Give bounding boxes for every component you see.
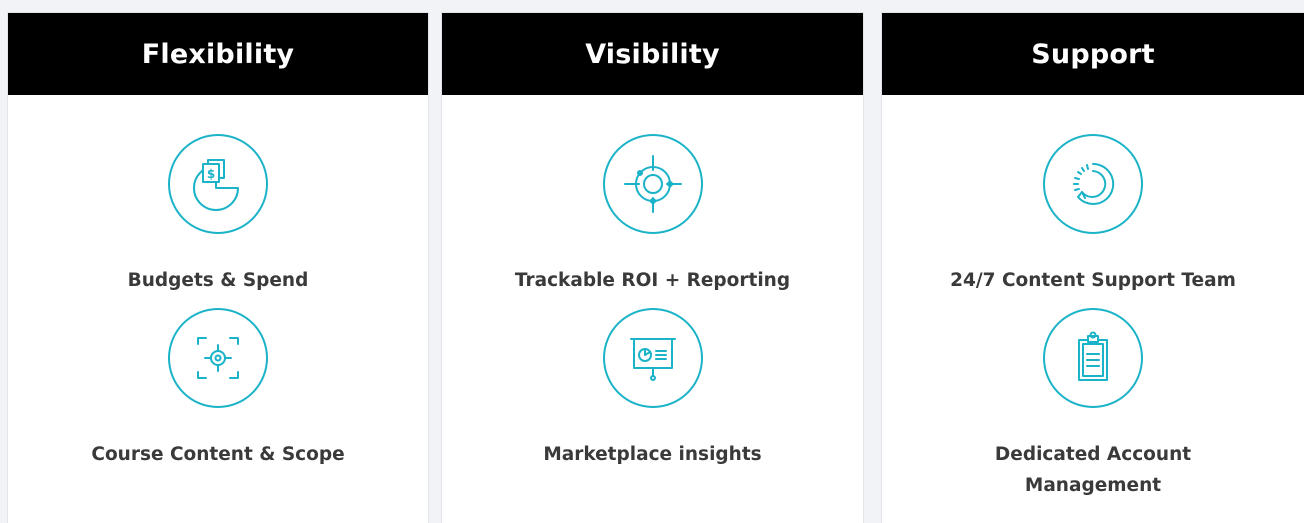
feature-trackable-roi-reporting: Trackable ROI + Reporting <box>442 134 863 296</box>
budget-pie-icon: $ <box>168 134 268 234</box>
card-visibility: Visibility Trackable ROI + Reporting Mar… <box>441 12 864 523</box>
feature-course-content-scope: Course Content & Scope <box>8 308 428 470</box>
feature-marketplace-insights: Marketplace insights <box>442 308 863 470</box>
svg-text:$: $ <box>207 167 215 181</box>
scope-target-icon <box>168 308 268 408</box>
feature-label: Trackable ROI + Reporting <box>514 270 791 291</box>
card-title: Support <box>882 13 1304 95</box>
feature-label: Course Content & Scope <box>91 444 345 465</box>
crosshair-icon <box>602 134 703 234</box>
refresh-support-icon <box>1043 134 1143 234</box>
feature-label: Marketplace insights <box>543 444 762 465</box>
feature-content-support-team: 24/7 Content Support Team <box>882 134 1304 296</box>
card-title: Visibility <box>442 13 863 95</box>
feature-budgets-spend: $ Budgets & Spend <box>8 134 428 296</box>
feature-label: Dedicated Account Management <box>994 444 1192 496</box>
card-support: Support 24/7 Content Support Team Dedica… <box>881 12 1304 523</box>
clipboard-icon <box>1043 308 1143 408</box>
presentation-board-icon <box>602 308 703 408</box>
feature-dedicated-account-management: Dedicated Account Management <box>882 308 1304 501</box>
card-flexibility: Flexibility $ Budgets & Spend Course Con… <box>7 12 429 523</box>
feature-label: 24/7 Content Support Team <box>950 270 1236 291</box>
card-title: Flexibility <box>8 13 428 95</box>
feature-label: Budgets & Spend <box>127 270 309 291</box>
